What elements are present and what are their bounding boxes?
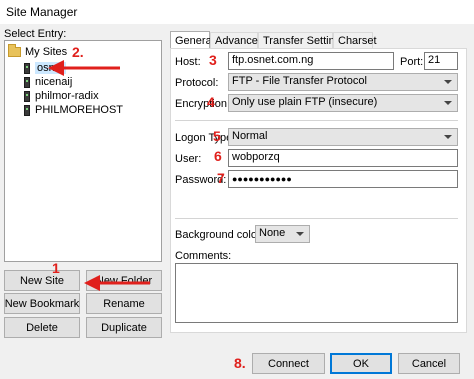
annotation-2: 2. [72,44,84,60]
annotation-7: 7 [217,170,225,186]
annotation-1: 1 [52,260,60,276]
site-manager-window: Site Manager Select Entry: My Sites osne… [0,0,474,379]
annotation-3: 3 [209,52,217,68]
annotation-4: 4 [207,94,215,110]
arrow-icon [48,60,120,76]
annotation-5: 5 [213,128,221,144]
annotation-6: 6 [214,148,222,164]
annotation-8: 8. [234,355,246,371]
arrow-icon [84,275,150,291]
